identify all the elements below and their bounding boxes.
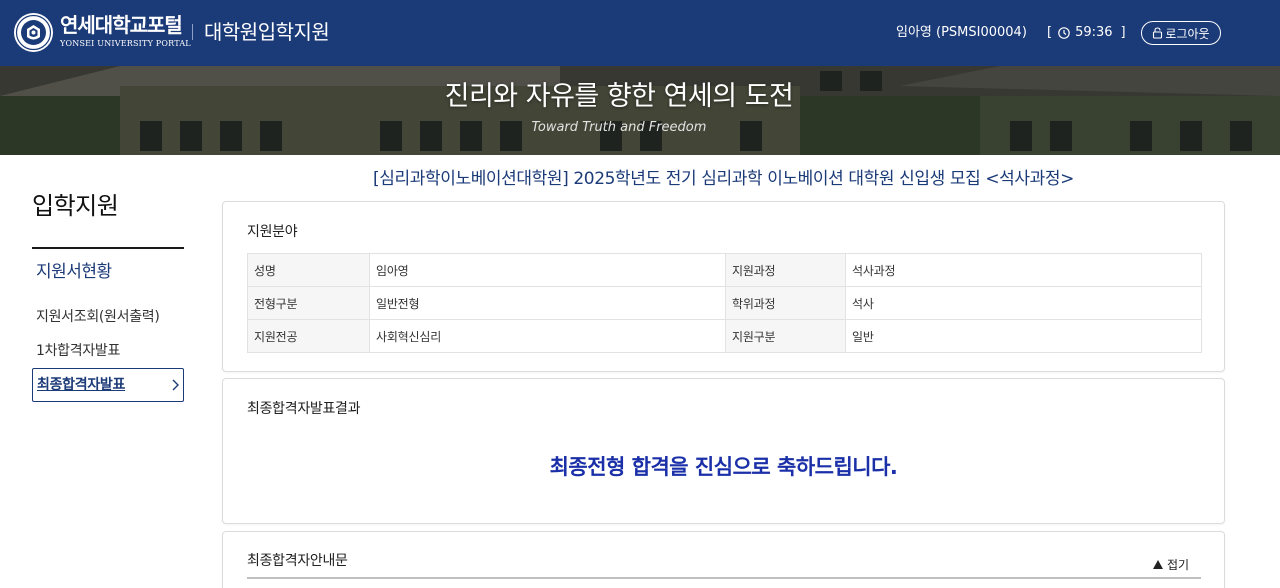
hero-banner: 진리와 자유를 향한 연세의 도전 Toward Truth and Freed… bbox=[0, 66, 1280, 155]
application-info-title: 지원분야 bbox=[247, 224, 298, 240]
clock-icon bbox=[1058, 27, 1070, 39]
app-title[interactable]: 대학원입학지원 bbox=[204, 19, 330, 45]
label-major: 지원전공 bbox=[247, 319, 370, 353]
session-timer: [ 59:36 ] bbox=[1047, 24, 1126, 42]
guide-card: 최종합격자안내문 접기 bbox=[222, 531, 1225, 588]
guide-divider bbox=[247, 577, 1201, 579]
user-name: 임아영 (PSMSI00004) bbox=[896, 25, 1027, 40]
sidebar-item-application-inquiry[interactable]: 지원서조회(원서출력) bbox=[36, 307, 160, 327]
congratulations-message: 최종전형 합격을 진심으로 축하드립니다. bbox=[549, 455, 898, 479]
header-divider bbox=[192, 24, 193, 40]
label-program: 지원과정 bbox=[725, 253, 846, 287]
banner-subtitle: Toward Truth and Freedom bbox=[531, 120, 707, 135]
lock-icon bbox=[1153, 27, 1163, 39]
top-header: 연세대학교포털 YONSEI UNIVERSITY PORTAL 대학원입학지원… bbox=[0, 0, 1280, 66]
page-title: [심리과학이노베이션대학원] 2025학년도 전기 심리과학 이노베이션 대학원… bbox=[373, 169, 1074, 189]
label-name: 성명 bbox=[247, 253, 370, 287]
label-applicant-category: 지원구분 bbox=[725, 319, 846, 353]
table-row: 전형구분 일반전형 학위과정 석사 bbox=[247, 286, 1202, 320]
fold-button[interactable]: 접기 bbox=[1153, 556, 1189, 573]
banner-title: 진리와 자유를 향한 연세의 도전 bbox=[444, 81, 794, 112]
value-name: 임아영 bbox=[369, 253, 726, 287]
timer-value: 59:36 bbox=[1075, 25, 1113, 40]
timer-bracket-open: [ bbox=[1047, 25, 1053, 40]
result-card: 최종합격자발표결과 최종전형 합격을 진심으로 축하드립니다. bbox=[222, 378, 1225, 524]
application-info-table: 성명 임아영 지원과정 석사과정 전형구분 일반전형 학위과정 석사 지원전공 … bbox=[247, 253, 1202, 353]
value-applicant-category: 일반 bbox=[845, 319, 1202, 353]
brand[interactable]: 연세대학교포털 YONSEI UNIVERSITY PORTAL bbox=[60, 14, 191, 49]
value-program: 석사과정 bbox=[845, 253, 1202, 287]
sidebar-divider bbox=[32, 247, 184, 249]
logout-button[interactable]: 로그아웃 bbox=[1141, 21, 1221, 45]
sidebar-section-title[interactable]: 지원서현황 bbox=[36, 260, 112, 284]
yonsei-logo-icon[interactable] bbox=[13, 12, 54, 53]
guide-title: 최종합격자안내문 bbox=[247, 553, 348, 569]
triangle-up-icon bbox=[1153, 560, 1163, 569]
application-info-card: 지원분야 성명 임아영 지원과정 석사과정 전형구분 일반전형 학위과정 석사 … bbox=[222, 201, 1225, 372]
value-degree: 석사 bbox=[845, 286, 1202, 320]
label-degree: 학위과정 bbox=[725, 286, 846, 320]
table-row: 지원전공 사회혁신심리 지원구분 일반 bbox=[247, 319, 1202, 353]
timer-bracket-close: ] bbox=[1120, 25, 1126, 40]
label-admission-type: 전형구분 bbox=[247, 286, 370, 320]
value-major: 사회혁신심리 bbox=[369, 319, 726, 353]
sidebar-item-final-results[interactable]: 최종합격자발표 bbox=[32, 368, 184, 402]
brand-name: 연세대학교포털 bbox=[60, 13, 183, 37]
brand-subtitle: YONSEI UNIVERSITY PORTAL bbox=[60, 39, 191, 48]
chevron-right-icon bbox=[172, 379, 179, 391]
sidebar-item-label: 최종합격자발표 bbox=[37, 377, 126, 393]
value-admission-type: 일반전형 bbox=[369, 286, 726, 320]
logout-label: 로그아웃 bbox=[1165, 26, 1210, 41]
sidebar-item-first-results[interactable]: 1차합격자발표 bbox=[36, 341, 120, 361]
table-row: 성명 임아영 지원과정 석사과정 bbox=[247, 253, 1202, 287]
fold-label: 접기 bbox=[1167, 558, 1190, 572]
sidebar-heading: 입학지원 bbox=[32, 192, 119, 220]
result-title: 최종합격자발표결과 bbox=[247, 401, 361, 417]
